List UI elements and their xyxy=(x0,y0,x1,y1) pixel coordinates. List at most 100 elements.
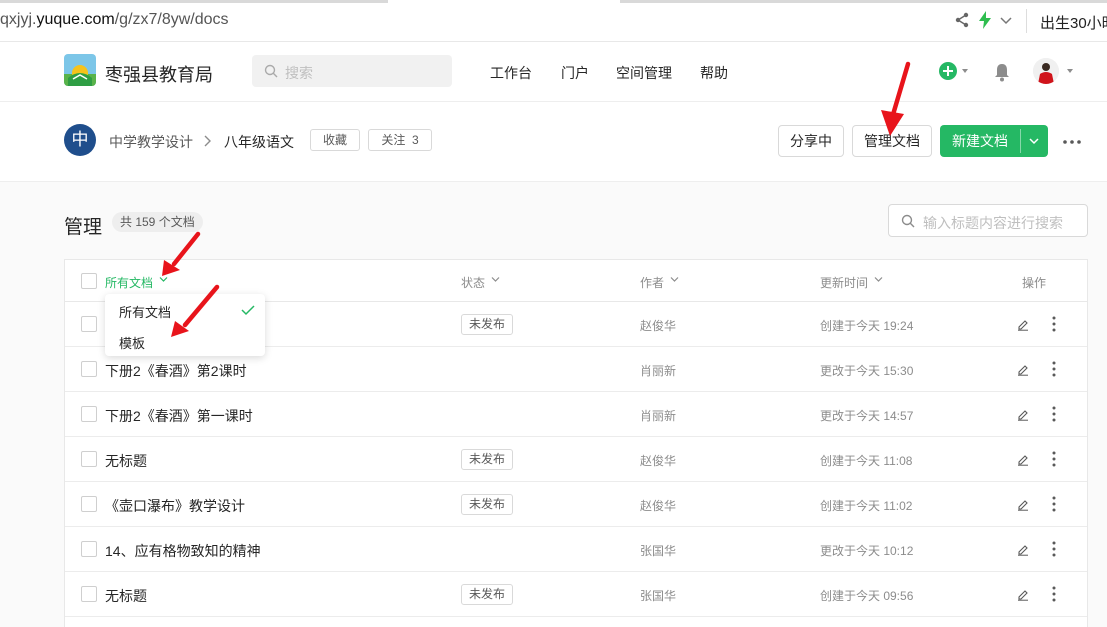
doc-title[interactable]: 14、应有格物致知的精神 xyxy=(105,541,261,561)
nav-link-help[interactable]: 帮助 xyxy=(700,63,728,83)
breadcrumb-current[interactable]: 八年级语文 xyxy=(224,132,294,152)
doc-title[interactable]: 无标题 xyxy=(105,451,147,471)
follow-button[interactable]: 关注 3 xyxy=(368,129,432,151)
doc-author: 赵俊华 xyxy=(640,499,677,513)
extension-label[interactable]: 出生30小时 xyxy=(1040,12,1107,33)
more-options-icon[interactable] xyxy=(1063,140,1081,144)
favorite-button[interactable]: 收藏 xyxy=(310,129,360,151)
table-row[interactable]: 无标题 未发布 张国华 创建于今天 09:56 xyxy=(65,572,1087,617)
doc-time: 创建于今天 11:02 xyxy=(820,499,913,513)
edit-icon[interactable] xyxy=(1016,362,1030,376)
row-checkbox[interactable] xyxy=(81,496,97,512)
doc-title[interactable]: 《壶口瀑布》教学设计 xyxy=(105,496,245,516)
doc-time: 更改于今天 14:57 xyxy=(820,409,914,423)
nav-link-space-management[interactable]: 空间管理 xyxy=(616,63,672,83)
dropdown-option-templates[interactable]: 模板 xyxy=(119,333,145,352)
doc-title[interactable]: 下册2《春酒》第一课时 xyxy=(105,406,253,426)
edit-icon[interactable] xyxy=(1016,452,1030,466)
bell-icon[interactable] xyxy=(993,62,1011,82)
table-row[interactable]: 14、应有格物致知的精神 张国华 更改于今天 10:12 xyxy=(65,527,1087,572)
user-avatar[interactable] xyxy=(1033,58,1059,84)
row-checkbox[interactable] xyxy=(81,541,97,557)
table-row[interactable]: 无标题 未发布 赵俊华 创建于今天 11:08 xyxy=(65,437,1087,482)
dropdown-option-all-docs[interactable]: 所有文档 xyxy=(119,302,171,321)
filter-all-docs[interactable]: 所有文档 xyxy=(105,274,153,291)
share-status-button[interactable]: 分享中 xyxy=(778,125,844,157)
check-icon xyxy=(241,305,255,316)
annotation-arrow-manage xyxy=(881,61,911,136)
row-more-icon[interactable] xyxy=(1052,316,1056,332)
browser-address-bar: qxjyj.yuque.com/g/zx7/8yw/docs 出生30小时 xyxy=(0,0,1107,42)
edit-icon[interactable] xyxy=(1016,317,1030,331)
avatar-caret-icon[interactable] xyxy=(1067,69,1073,73)
new-doc-dropdown-icon[interactable] xyxy=(1028,136,1040,146)
breadcrumb-parent[interactable]: 中学教学设计 xyxy=(109,132,193,152)
edit-icon[interactable] xyxy=(1016,587,1030,601)
follow-count: 3 xyxy=(412,133,419,147)
column-updated-time[interactable]: 更新时间 xyxy=(820,274,868,291)
doc-title[interactable]: 无标题 xyxy=(105,586,147,606)
edit-icon[interactable] xyxy=(1016,542,1030,556)
table-row[interactable]: 《壶口瀑布》教学设计 未发布 赵俊华 创建于今天 11:02 xyxy=(65,482,1087,527)
table-row[interactable]: 下册2《春酒》第一课时 肖丽新 更改于今天 14:57 xyxy=(65,392,1087,437)
create-plus-icon[interactable] xyxy=(939,62,957,80)
url-text[interactable]: qxjyj.yuque.com/g/zx7/8yw/docs xyxy=(0,11,229,29)
doc-author: 张国华 xyxy=(640,589,677,603)
row-checkbox[interactable] xyxy=(81,316,97,332)
repo-icon[interactable]: 中 xyxy=(64,124,96,156)
doc-title[interactable]: 下册2《春酒》第2课时 xyxy=(105,361,247,381)
row-checkbox[interactable] xyxy=(81,406,97,422)
row-checkbox[interactable] xyxy=(81,361,97,377)
share-icon[interactable] xyxy=(954,12,970,28)
repo-header: 中 中学教学设计 八年级语文 收藏 关注 3 分享中 管理文档 新建文档 xyxy=(0,102,1107,182)
row-checkbox[interactable] xyxy=(81,451,97,467)
row-more-icon[interactable] xyxy=(1052,496,1056,512)
doc-author: 肖丽新 xyxy=(640,364,677,378)
follow-label: 关注 xyxy=(381,133,406,147)
nav-link-workbench[interactable]: 工作台 xyxy=(490,63,532,83)
row-more-icon[interactable] xyxy=(1052,586,1056,602)
annotation-arrow-filter xyxy=(162,231,201,276)
row-more-icon[interactable] xyxy=(1052,361,1056,377)
doc-time: 创建于今天 11:08 xyxy=(820,454,913,468)
status-badge: 未发布 xyxy=(461,449,514,470)
search-placeholder: 搜索 xyxy=(285,65,313,81)
doc-time: 更改于今天 15:30 xyxy=(820,364,914,378)
row-checkbox[interactable] xyxy=(81,586,97,602)
column-actions: 操作 xyxy=(1022,276,1047,290)
doc-time: 创建于今天 09:56 xyxy=(820,589,914,603)
column-author[interactable]: 作者 xyxy=(640,274,664,291)
column-status[interactable]: 状态 xyxy=(461,274,485,291)
edit-icon[interactable] xyxy=(1016,497,1030,511)
chevron-down-icon[interactable] xyxy=(670,276,679,283)
doc-author: 张国华 xyxy=(640,544,677,558)
lightning-icon[interactable] xyxy=(978,11,992,29)
chevron-down-icon[interactable] xyxy=(874,276,883,283)
select-all-checkbox[interactable] xyxy=(81,273,97,289)
org-name[interactable]: 枣强县教育局 xyxy=(105,61,213,87)
org-logo[interactable] xyxy=(64,54,96,86)
nav-link-portal[interactable]: 门户 xyxy=(561,63,589,83)
toolbar-divider xyxy=(1026,9,1027,33)
doc-author: 肖丽新 xyxy=(640,409,677,423)
browser-tab-strip xyxy=(0,0,1107,3)
row-more-icon[interactable] xyxy=(1052,406,1056,422)
search-icon xyxy=(264,64,278,78)
doc-time: 更改于今天 10:12 xyxy=(820,544,914,558)
create-caret-icon[interactable] xyxy=(962,69,968,73)
new-doc-button[interactable]: 新建文档 xyxy=(940,125,1048,157)
status-badge: 未发布 xyxy=(461,314,514,335)
edit-icon[interactable] xyxy=(1016,407,1030,421)
top-navigation: 枣强县教育局 搜索 工作台 门户 空间管理 帮助 xyxy=(0,42,1107,102)
chevron-down-icon[interactable] xyxy=(491,276,500,283)
doc-author: 赵俊华 xyxy=(640,454,677,468)
doc-search-placeholder: 输入标题内容进行搜索 xyxy=(923,215,1063,231)
chevron-down-icon[interactable] xyxy=(999,13,1013,27)
page-title: 管理 xyxy=(64,217,103,238)
new-doc-label[interactable]: 新建文档 xyxy=(940,125,1020,157)
row-more-icon[interactable] xyxy=(1052,541,1056,557)
global-search[interactable]: 搜索 xyxy=(252,55,452,87)
doc-search-input[interactable]: 输入标题内容进行搜索 xyxy=(888,204,1088,237)
row-more-icon[interactable] xyxy=(1052,451,1056,467)
doc-time: 创建于今天 19:24 xyxy=(820,319,914,333)
